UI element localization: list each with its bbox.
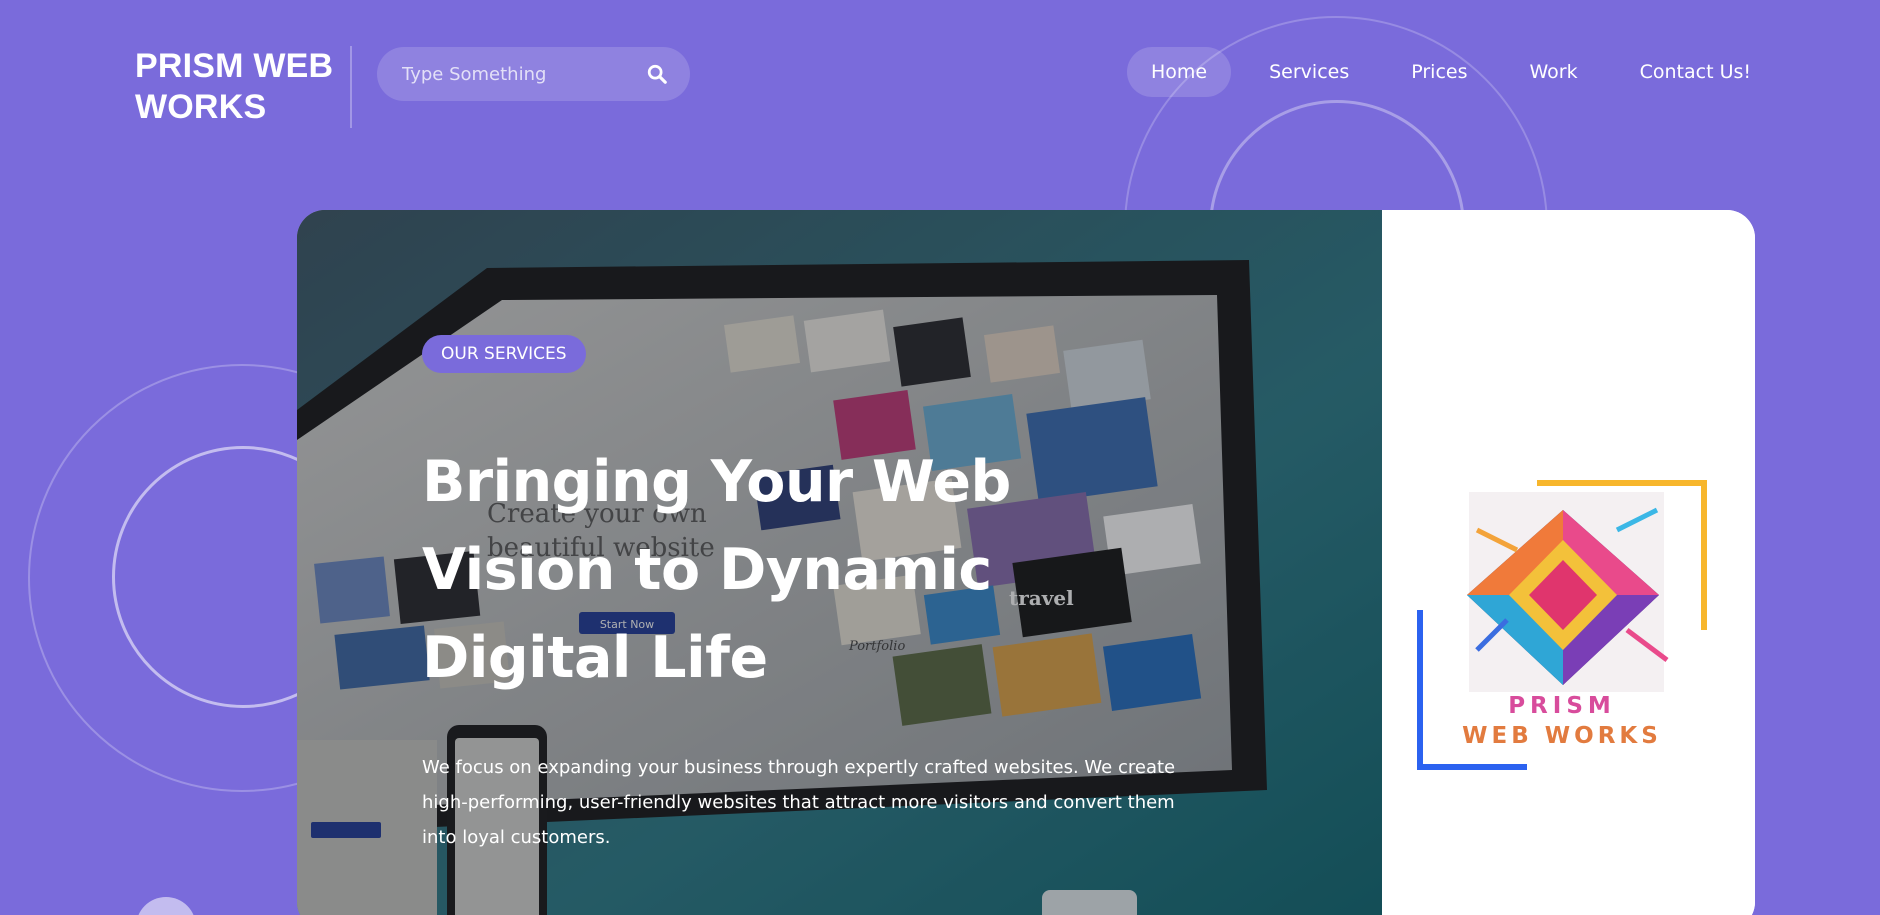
search-icon[interactable] [646,63,668,85]
main-nav: Home Services Prices Work Contact Us! [1127,47,1789,97]
search-bar [377,47,690,101]
hero-background-image: Create your own beautiful website Start … [297,210,1382,915]
nav-item-contact[interactable]: Contact Us! [1616,47,1775,97]
services-badge[interactable]: OUR SERVICES [422,335,586,373]
hero-headline: Bringing Your Web Vision to Dynamic Digi… [422,449,1011,691]
hero-card: Create your own beautiful website Start … [297,210,1755,915]
prism-logo-icon: PRISM WEB WORKS [1417,480,1707,770]
logo-line-2: WORKS [135,88,267,126]
nav-item-home[interactable]: Home [1127,47,1232,97]
logo-line-1: PRISM WEB [135,47,334,85]
nav-item-prices[interactable]: Prices [1387,47,1491,97]
decorative-circle [136,897,196,915]
header-divider [350,46,352,128]
logo-text-prism: PRISM [1508,693,1616,719]
site-logo[interactable]: PRISM WEB WORKS [135,46,335,128]
brand-logo-panel: PRISM WEB WORKS [1382,210,1755,915]
nav-item-services[interactable]: Services [1245,47,1373,97]
search-input[interactable] [402,63,646,85]
logo-text-webworks: WEB WORKS [1462,723,1662,749]
nav-item-work[interactable]: Work [1505,47,1601,97]
hero-description: We focus on expanding your business thro… [422,757,1176,848]
